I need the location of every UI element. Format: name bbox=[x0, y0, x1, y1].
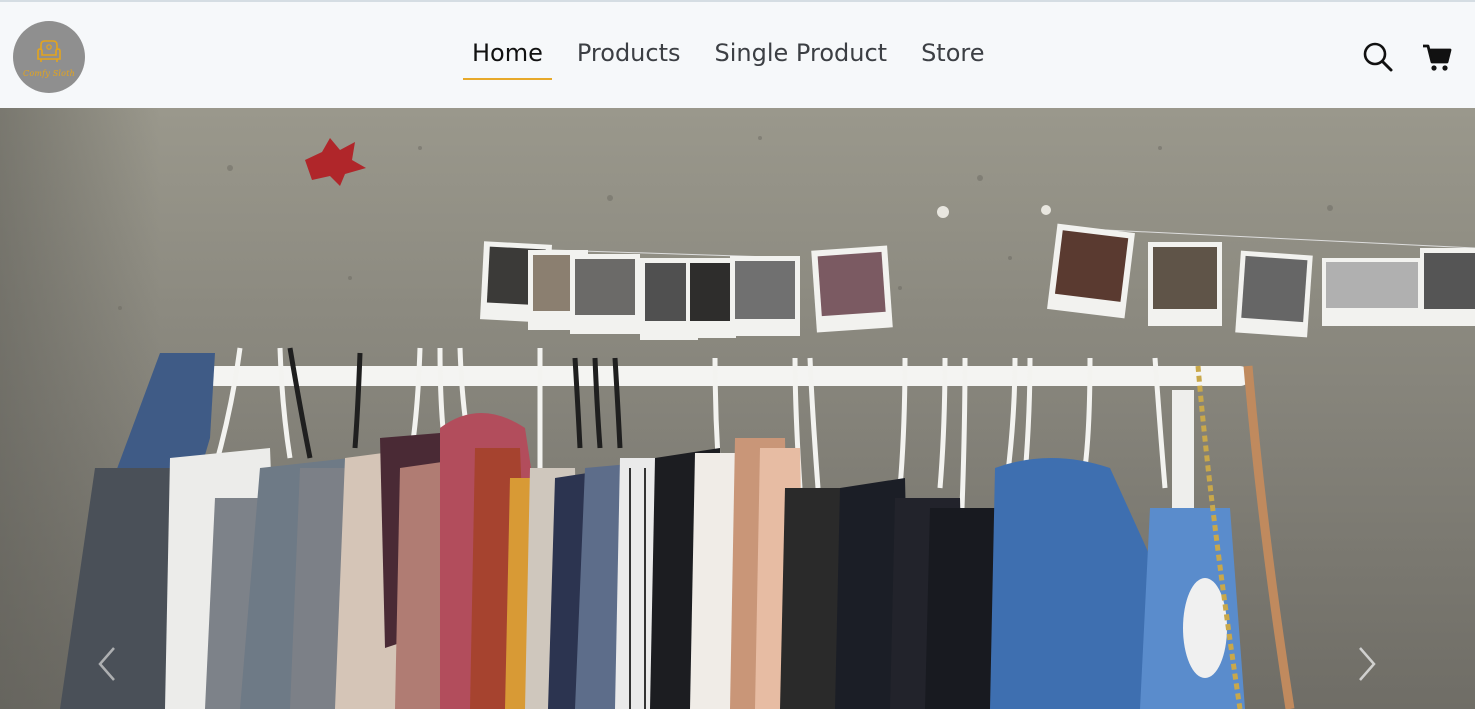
nav-link-single-product[interactable]: Single Product bbox=[706, 36, 897, 80]
chevron-left-icon bbox=[98, 647, 115, 681]
hero-image bbox=[0, 108, 1475, 709]
chevron-right-icon bbox=[1359, 647, 1376, 681]
carousel-prev-button[interactable] bbox=[92, 642, 122, 686]
armchair-icon bbox=[37, 40, 61, 62]
carousel-next-button[interactable] bbox=[1352, 642, 1382, 686]
nav-link-products[interactable]: Products bbox=[568, 36, 690, 80]
search-button[interactable] bbox=[1361, 40, 1395, 74]
search-icon bbox=[1363, 42, 1393, 72]
main-nav: Home Products Single Product Store bbox=[463, 36, 1010, 86]
nav-link-store[interactable]: Store bbox=[912, 36, 993, 80]
cart-button[interactable] bbox=[1420, 40, 1454, 74]
navbar: Comfy Sloth Home Products Single Product… bbox=[0, 0, 1475, 108]
nav-link-home[interactable]: Home bbox=[463, 36, 552, 81]
logo-text: Comfy Sloth bbox=[23, 69, 75, 78]
logo[interactable]: Comfy Sloth bbox=[13, 21, 85, 93]
hero-carousel bbox=[0, 108, 1475, 709]
cart-icon bbox=[1423, 44, 1452, 71]
